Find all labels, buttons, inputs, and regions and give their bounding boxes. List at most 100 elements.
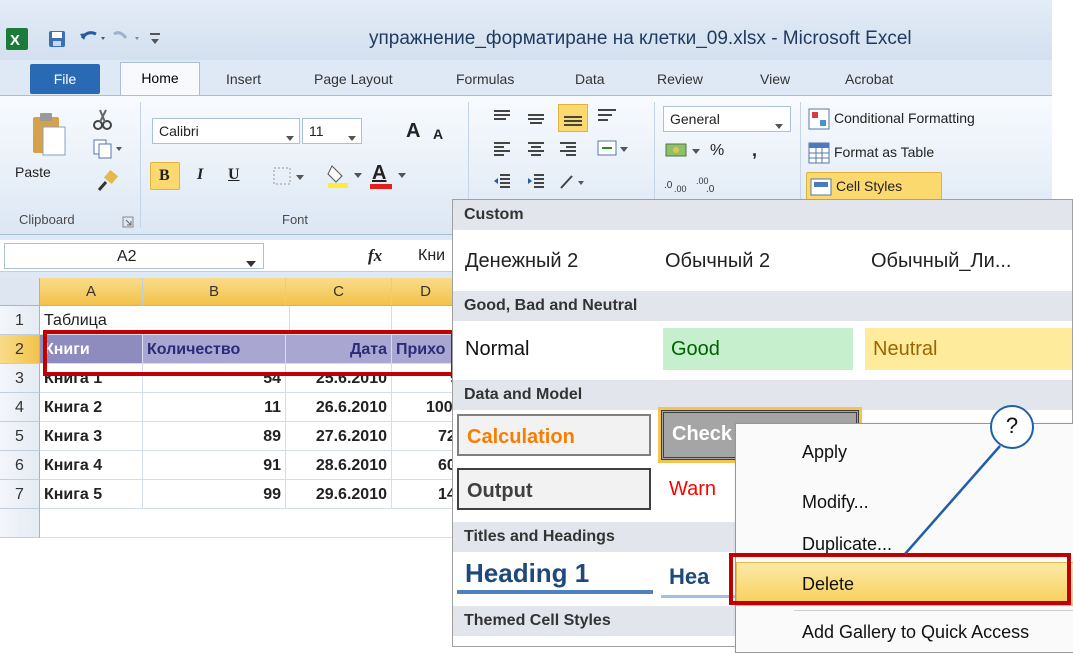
merge-center-icon[interactable] [596, 138, 630, 160]
svg-text:X: X [10, 32, 20, 49]
callout-bubble: ? [990, 405, 1034, 449]
font-name-select[interactable]: Calibri [152, 118, 300, 144]
column-header-b[interactable]: B [143, 278, 286, 306]
column-header-a[interactable]: A [40, 278, 143, 306]
decrease-decimal-icon[interactable]: .00.0 [696, 172, 722, 195]
increase-decimal-icon[interactable]: .0.00 [664, 172, 690, 194]
font-size-value: 11 [309, 123, 324, 139]
column-header-d[interactable]: D [392, 278, 460, 306]
row-header[interactable] [0, 509, 40, 538]
style-item[interactable]: Денежный 2 [457, 240, 647, 282]
decrease-indent-icon[interactable] [492, 172, 512, 192]
format-as-table-button[interactable]: Format as Table [806, 140, 1050, 166]
row-header[interactable]: 3 [0, 364, 40, 393]
number-format-select[interactable]: General [663, 106, 791, 132]
row-header[interactable]: 1 [0, 306, 40, 335]
gallery-section-header: Good, Bad and Neutral [453, 291, 1072, 321]
shrink-font-button[interactable]: A [433, 126, 443, 142]
tab-insert[interactable]: Insert [226, 71, 261, 87]
underline-button[interactable]: U [228, 166, 240, 184]
cell-c5[interactable]: 27.6.2010 [286, 422, 392, 451]
cell-c4[interactable]: 26.6.2010 [286, 393, 392, 422]
clipboard-launcher-icon[interactable] [122, 213, 134, 228]
font-size-select[interactable]: 11 [302, 118, 362, 144]
menu-item-duplicate[interactable]: Duplicate... [802, 534, 892, 555]
style-item[interactable]: Обычный_Ли... [863, 240, 1068, 282]
font-color-button[interactable]: A [370, 162, 416, 190]
cut-icon[interactable] [92, 108, 114, 130]
cell-d5[interactable]: 72 [392, 422, 460, 451]
style-item-normal[interactable]: Normal [457, 328, 653, 370]
copy-icon[interactable] [92, 138, 124, 160]
row-header[interactable]: 2 [0, 335, 40, 364]
customize-qat-icon[interactable] [148, 30, 162, 48]
borders-icon[interactable] [272, 166, 308, 188]
paste-label: Paste [15, 164, 51, 180]
style-item-good[interactable]: Good [663, 328, 853, 370]
style-item[interactable]: Обычный 2 [657, 240, 847, 282]
align-top-icon[interactable] [492, 108, 512, 128]
cell-a6[interactable]: Книга 4 [40, 451, 143, 480]
tab-home[interactable]: Home [120, 62, 200, 96]
redo-icon[interactable] [112, 28, 142, 48]
orientation-icon[interactable] [558, 172, 586, 192]
column-header-c[interactable]: C [286, 278, 392, 306]
row-header[interactable]: 5 [0, 422, 40, 451]
cell-b6[interactable]: 91 [143, 451, 286, 480]
style-item-heading-1[interactable]: Heading 1 [457, 552, 653, 594]
tab-page-layout[interactable]: Page Layout [314, 71, 393, 87]
tab-formulas[interactable]: Formulas [456, 71, 514, 87]
select-all-corner[interactable] [0, 278, 40, 306]
style-item-calculation[interactable]: Calculation [457, 414, 651, 456]
tab-data[interactable]: Data [575, 71, 605, 87]
row-header[interactable]: 6 [0, 451, 40, 480]
italic-button[interactable]: I [197, 166, 203, 184]
grow-font-button[interactable]: A [406, 120, 420, 143]
currency-icon[interactable] [664, 140, 704, 162]
comma-button[interactable]: , [752, 140, 757, 161]
bold-button[interactable]: B [150, 162, 180, 190]
align-middle-icon[interactable] [526, 108, 546, 128]
style-item-output[interactable]: Output [457, 468, 651, 510]
fill-color-icon[interactable] [326, 162, 366, 190]
cell-styles-button[interactable]: Cell Styles [806, 172, 942, 200]
quick-save-icon[interactable] [48, 30, 66, 48]
excel-icon[interactable]: X [6, 28, 28, 50]
cell-c6[interactable]: 28.6.2010 [286, 451, 392, 480]
cell-d7[interactable]: 14 [392, 480, 460, 509]
menu-item-apply[interactable]: Apply [802, 442, 847, 463]
wrap-text-icon[interactable] [596, 106, 620, 128]
conditional-formatting-button[interactable]: Conditional Formatting [806, 106, 1050, 132]
percent-button[interactable]: % [710, 142, 724, 160]
cell-b5[interactable]: 89 [143, 422, 286, 451]
cell-a4[interactable]: Книга 2 [40, 393, 143, 422]
paste-button[interactable]: Paste [15, 108, 72, 188]
style-item-neutral[interactable]: Neutral [865, 328, 1072, 370]
tab-review[interactable]: Review [657, 71, 703, 87]
cell-b7[interactable]: 99 [143, 480, 286, 509]
tab-file[interactable]: File [30, 64, 100, 94]
name-box[interactable]: A2 [4, 243, 264, 269]
cell-d4[interactable]: 100 [392, 393, 460, 422]
cell-a5[interactable]: Книга 3 [40, 422, 143, 451]
format-as-table-icon [808, 142, 830, 168]
increase-indent-icon[interactable] [526, 172, 546, 192]
menu-item-add-gallery-qat[interactable]: Add Gallery to Quick Access [802, 622, 1029, 643]
align-bottom-icon[interactable] [558, 104, 588, 132]
undo-icon[interactable] [78, 28, 108, 48]
align-right-icon[interactable] [558, 140, 578, 160]
cell-d6[interactable]: 60 [392, 451, 460, 480]
insert-function-button[interactable]: fx [360, 244, 400, 270]
chevron-down-icon [347, 128, 357, 147]
row-header[interactable]: 4 [0, 393, 40, 422]
cell-c7[interactable]: 29.6.2010 [286, 480, 392, 509]
cell-b4[interactable]: 11 [143, 393, 286, 422]
align-left-icon[interactable] [492, 140, 512, 160]
align-center-icon[interactable] [526, 140, 546, 160]
tab-view[interactable]: View [760, 71, 790, 87]
cell-a7[interactable]: Книга 5 [40, 480, 143, 509]
format-painter-icon[interactable] [96, 169, 120, 192]
menu-item-modify[interactable]: Modify... [802, 492, 869, 513]
tab-acrobat[interactable]: Acrobat [845, 71, 893, 87]
row-header[interactable]: 7 [0, 480, 40, 509]
